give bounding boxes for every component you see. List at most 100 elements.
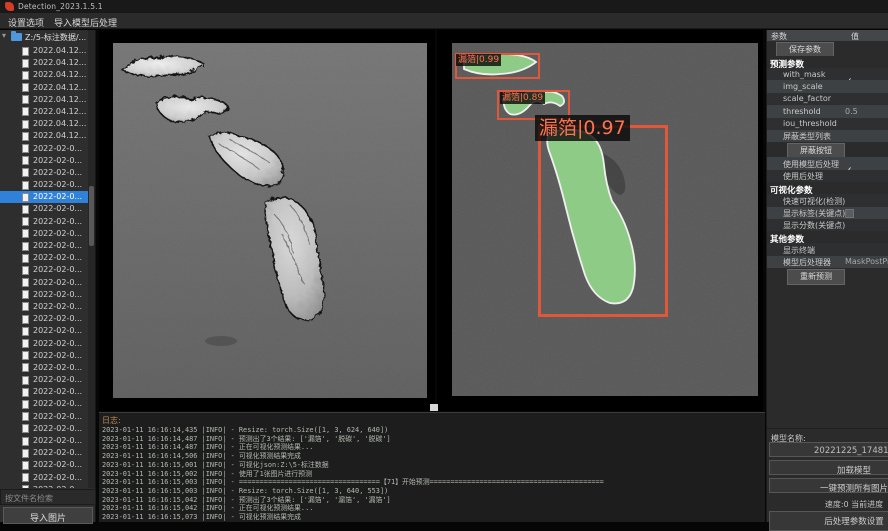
file-icon (22, 229, 29, 238)
param-row[interactable]: 使用模型后处理 (767, 157, 888, 169)
file-icon (22, 412, 29, 421)
tree-file-item[interactable]: 2022-02-0... (0, 191, 88, 203)
param-row[interactable]: scale_factor (767, 93, 888, 105)
file-name: 2022-02-0... (33, 192, 82, 201)
tree-file-item[interactable]: 2022-02-0... (0, 252, 88, 264)
file-name: 2022.04.12... (33, 83, 86, 92)
postprocess-params-button[interactable]: 后处理参数设置 (769, 511, 888, 531)
menu-import-postprocess[interactable]: 导入模型后处理 (50, 15, 121, 30)
param-row[interactable]: 预测参数 (767, 56, 888, 68)
log-line: 2023-01-11 16:16:15,003 |INFO| - Resize:… (102, 487, 765, 496)
tree-file-item[interactable]: 2022-02-0... (0, 350, 88, 362)
file-name: 2022-02-0... (33, 375, 82, 384)
tree-root-label: Z:/5-标注数据/... (25, 32, 86, 43)
file-name: 2022-02-0... (33, 460, 82, 469)
file-icon (22, 144, 29, 153)
file-icon (22, 461, 29, 470)
source-image-panel[interactable] (99, 30, 435, 411)
tree-file-item[interactable]: 2022-02-0... (0, 313, 88, 325)
detection-label: 漏箔|0.97 (535, 115, 630, 141)
tree-file-item[interactable]: 2022-02-0... (0, 411, 88, 423)
param-checkbox[interactable] (845, 209, 854, 218)
tree-file-item[interactable]: 2022-02-0... (0, 447, 88, 459)
tree-file-item[interactable]: 2022-02-0... (0, 179, 88, 191)
param-row[interactable]: 重新预测 (767, 268, 888, 283)
file-icon (22, 107, 29, 116)
param-row[interactable]: 显示终端 (767, 243, 888, 255)
tree-file-item[interactable]: 2022-02-0... (0, 374, 88, 386)
file-name: 2022-02-0... (33, 314, 82, 323)
tree-file-item[interactable]: 2022.04.12... (0, 69, 88, 81)
tree-file-item[interactable]: 2022.04.12... (0, 94, 88, 106)
load-model-button[interactable]: 加载模型 (769, 460, 888, 475)
param-row[interactable]: 显示分数(关键点) (767, 219, 888, 231)
file-icon (22, 315, 29, 324)
search-input[interactable]: 按文件名检索 (0, 489, 96, 505)
tree-scrollbar-track[interactable] (88, 30, 95, 488)
param-row[interactable]: 显示标签(关键点) (767, 207, 888, 219)
log-console[interactable]: 日志: 2023-01-11 16:16:14,435 |INFO| - Res… (99, 412, 765, 522)
tree-file-item[interactable]: 2022-02-0... (0, 228, 88, 240)
param-row[interactable]: with_mask (767, 68, 888, 80)
param-label: img_scale (783, 82, 823, 91)
tree-file-item[interactable]: 2022.04.12... (0, 82, 88, 94)
tree-file-item[interactable]: 2022.04.12... (0, 57, 88, 69)
file-icon (22, 302, 29, 311)
tree-file-item[interactable]: 2022-02-0... (0, 484, 88, 488)
param-row[interactable]: 使用后处理 (767, 170, 888, 182)
tree-file-item[interactable]: 2022-02-0... (0, 398, 88, 410)
param-row[interactable]: threshold 0.5 (767, 105, 888, 117)
tree-file-item[interactable]: 2022-02-0... (0, 264, 88, 276)
tree-root-folder[interactable]: ▾ Z:/5-标注数据/... (0, 31, 96, 44)
file-icon (22, 400, 29, 409)
param-row[interactable]: 屏蔽类型列表 (767, 130, 888, 142)
tree-file-item[interactable]: 2022.04.12... (0, 118, 88, 130)
param-value: 0.5 (845, 107, 858, 116)
param-row[interactable]: iou_threshold (767, 118, 888, 130)
tree-file-item[interactable]: 2022-02-0... (0, 240, 88, 252)
tree-file-item[interactable]: 2022-02-0... (0, 435, 88, 447)
param-row[interactable]: img_scale (767, 80, 888, 92)
file-icon (22, 388, 29, 397)
tree-file-item[interactable]: 2022-02-0... (0, 301, 88, 313)
tree-scrollbar-thumb[interactable] (89, 186, 94, 246)
file-icon (22, 168, 29, 177)
tree-file-item[interactable]: 2022-02-0... (0, 338, 88, 350)
tree-file-item[interactable]: 2022-02-0... (0, 277, 88, 289)
tree-file-item[interactable]: 2022-02-0... (0, 459, 88, 471)
file-name: 2022-02-0... (33, 229, 82, 238)
splitter-handle[interactable] (430, 404, 438, 411)
tree-file-item[interactable]: 2022-02-0... (0, 386, 88, 398)
tree-file-item[interactable]: 2022-02-0... (0, 423, 88, 435)
param-row[interactable]: 快速可视化(检测) (767, 194, 888, 206)
tree-file-item[interactable]: 2022-02-0... (0, 325, 88, 337)
param-row[interactable]: 其他参数 (767, 231, 888, 243)
tree-file-item[interactable]: 2022-02-0... (0, 216, 88, 228)
import-image-button[interactable]: 导入图片 (3, 507, 93, 524)
file-name: 2022-02-0... (33, 351, 82, 360)
tree-file-item[interactable]: 2022-02-0... (0, 167, 88, 179)
tree-file-item[interactable]: 2022.04.12... (0, 106, 88, 118)
param-row[interactable]: 模型后处理器 MaskPostPro (767, 256, 888, 268)
param-row[interactable]: 屏蔽按钮 (767, 142, 888, 157)
detection-image-panel[interactable]: 漏箔|0.99 漏箔|0.89 漏箔|0.97 (437, 30, 763, 411)
param-row[interactable]: 保存参数 (767, 41, 888, 56)
file-icon (22, 156, 29, 165)
file-name: 2022-02-0... (33, 424, 82, 433)
tree-file-item[interactable]: 2022-02-0... (0, 289, 88, 301)
tree-file-item[interactable]: 2022-02-0... (0, 155, 88, 167)
file-icon (22, 327, 29, 336)
progress-status: 速度:0 当前进度 (769, 499, 888, 510)
file-name: 2022-02-0... (33, 144, 82, 153)
tree-file-item[interactable]: 2022-02-0... (0, 143, 88, 155)
predict-all-button[interactable]: 一键预测所有图片 (769, 478, 888, 493)
expand-arrow-icon[interactable]: ▾ (2, 31, 6, 40)
tree-file-item[interactable]: 2022-02-0... (0, 472, 88, 484)
tree-file-item[interactable]: 2022.04.12... (0, 130, 88, 142)
tree-file-item[interactable]: 2022.04.12... (0, 45, 88, 57)
param-row[interactable]: 可视化参数 (767, 182, 888, 194)
menu-settings[interactable]: 设置选项 (4, 15, 48, 30)
tree-file-item[interactable]: 2022-02-0... (0, 203, 88, 215)
model-name-field[interactable]: 20221225_174813 (769, 442, 888, 457)
tree-file-item[interactable]: 2022-02-0... (0, 362, 88, 374)
